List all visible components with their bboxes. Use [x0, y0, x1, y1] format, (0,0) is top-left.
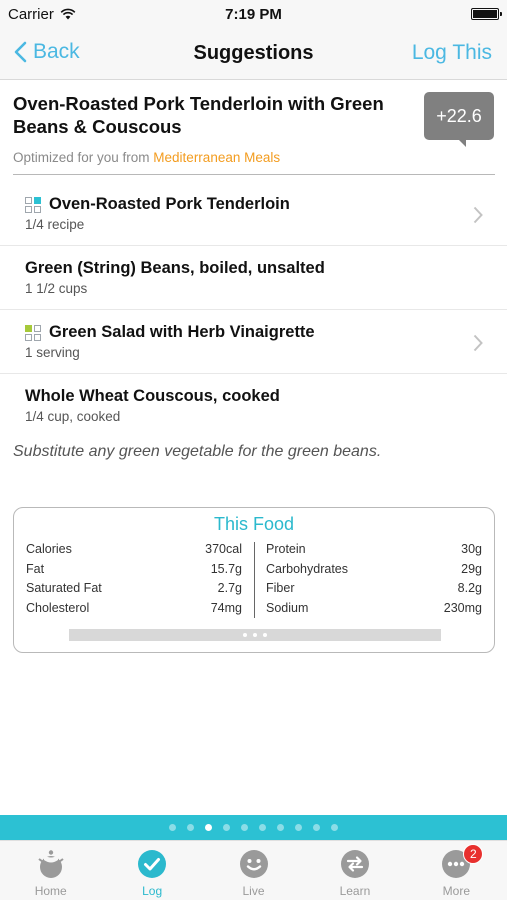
- nutrient-value: 8.2g: [457, 581, 482, 595]
- status-time: 7:19 PM: [225, 5, 282, 23]
- meal-title: Oven-Roasted Pork Tenderloin with Green …: [13, 93, 384, 137]
- nutrient-value: 230mg: [443, 600, 482, 615]
- handle-dot: [243, 633, 247, 637]
- nutrition-row: Carbohydrates 29g: [266, 560, 482, 580]
- tab-learn[interactable]: Learn: [304, 841, 405, 900]
- page-dot: [169, 824, 176, 831]
- nutrient-label: Protein: [266, 542, 306, 556]
- nutrition-row: Saturated Fat 2.7g: [26, 579, 242, 599]
- log-this-button[interactable]: Log This: [412, 41, 492, 65]
- optimized-source-link[interactable]: Mediterranean Meals: [153, 150, 280, 165]
- nutrient-value: 30g: [461, 542, 482, 556]
- card-more-handle[interactable]: [69, 629, 441, 641]
- back-label: Back: [33, 40, 80, 63]
- nutrition-card[interactable]: This Food Calories 370cal Fat 15.7g Satura…: [13, 507, 495, 653]
- meal-header: Oven-Roasted Pork Tenderloin with Green …: [0, 80, 507, 147]
- tab-label: More: [442, 884, 470, 898]
- nutrition-row: Cholesterol 74mg: [26, 599, 242, 619]
- tab-label: Log: [142, 884, 163, 898]
- status-bar: Carrier 7:19 PM: [0, 0, 507, 28]
- nutrient-value: 74mg: [210, 600, 242, 615]
- page-dot: [259, 824, 266, 831]
- page-dot: [313, 824, 320, 831]
- smile-icon: [239, 849, 269, 879]
- page-dot: [223, 824, 230, 831]
- food-amount: 1/4 recipe: [25, 217, 85, 232]
- nutrient-label: Fat: [26, 561, 45, 576]
- food-amount: 1 1/2 cups: [25, 281, 88, 296]
- nutrient-label: Sodium: [266, 600, 309, 615]
- recipe-teal-icon: [25, 196, 41, 213]
- handle-dot: [253, 633, 257, 637]
- nutrition-row: Fiber 8.2g: [266, 579, 482, 599]
- tab-label: Home: [34, 884, 67, 898]
- food-list: Oven-Roasted Pork Tenderloin 1/4 recipe …: [0, 182, 507, 438]
- tab-bar: Home Log Live Learn 2 More: [0, 840, 507, 900]
- recipe-green-icon: [25, 324, 41, 341]
- nutrient-label: Cholesterol: [26, 600, 90, 615]
- sync-icon: [340, 849, 370, 879]
- food-name: Oven-Roasted Pork Tenderloin: [49, 195, 290, 213]
- substitution-note: Substitute any green vegetable for the g…: [13, 443, 382, 460]
- tab-log[interactable]: Log: [101, 841, 202, 900]
- optimized-prefix: Optimized for you from: [13, 150, 154, 165]
- nutrient-label: Carbohydrates: [266, 561, 348, 576]
- nutrient-label: Fiber: [266, 581, 295, 595]
- nutrition-row: Fat 15.7g: [26, 560, 242, 580]
- optimized-source: Optimized for you from Mediterranean Mea…: [13, 150, 280, 165]
- nutrient-value: 370cal: [205, 542, 242, 556]
- carrier-label: Carrier: [8, 5, 54, 23]
- header-divider: [13, 174, 495, 175]
- food-item-couscous[interactable]: Whole Wheat Couscous, cooked 1/4 cup, co…: [0, 374, 507, 438]
- page-dot: [295, 824, 302, 831]
- food-name: Green Salad with Herb Vinaigrette: [49, 323, 315, 341]
- battery-icon: [471, 8, 502, 20]
- food-amount: 1 serving: [25, 345, 80, 360]
- nutrition-row: Calories 370cal: [26, 540, 242, 560]
- back-button[interactable]: Back: [14, 40, 80, 64]
- nutrient-value: 2.7g: [217, 581, 242, 595]
- food-item-green-salad[interactable]: Green Salad with Herb Vinaigrette 1 serv…: [0, 310, 507, 374]
- food-item-pork-tenderloin[interactable]: Oven-Roasted Pork Tenderloin 1/4 recipe: [0, 182, 507, 246]
- tab-home[interactable]: Home: [0, 841, 101, 900]
- tab-label: Learn: [339, 884, 371, 898]
- nutrient-label: Calories: [26, 542, 72, 556]
- nutrient-label: Saturated Fat: [26, 581, 102, 595]
- nutrition-row: Protein 30g: [266, 540, 482, 560]
- page-dot: [277, 824, 284, 831]
- nutrition-row: Sodium 230mg: [266, 599, 482, 619]
- food-name: Whole Wheat Couscous, cooked: [25, 387, 280, 405]
- nutrition-divider: [254, 542, 255, 618]
- handle-dot: [263, 633, 267, 637]
- notification-badge: 2: [463, 844, 484, 864]
- nutrition-column-right: Protein 30g Carbohydrates 29g Fiber 8.2g So…: [266, 540, 482, 618]
- score-badge: +22.6: [424, 92, 494, 147]
- more-icon: 2: [441, 844, 484, 879]
- chevron-left-icon: [14, 41, 27, 63]
- tab-label: Live: [242, 884, 265, 898]
- page-dot-active: [205, 824, 212, 831]
- wifi-icon: [60, 8, 76, 20]
- page-dot: [331, 824, 338, 831]
- page-dot: [187, 824, 194, 831]
- navigation-bar: Back Suggestions Log This: [0, 28, 507, 80]
- nutrition-card-title: This Food: [213, 514, 295, 534]
- food-item-green-beans[interactable]: Green (String) Beans, boiled, unsalted 1…: [0, 246, 507, 310]
- page-indicator[interactable]: [0, 815, 507, 840]
- tab-more[interactable]: 2 More: [406, 841, 507, 900]
- status-left: Carrier: [8, 6, 76, 23]
- nutrition-column-left: Calories 370cal Fat 15.7g Saturated Fat 2.7…: [26, 540, 242, 618]
- nutrient-value: 15.7g: [210, 561, 242, 576]
- page-dot: [241, 824, 248, 831]
- tab-live[interactable]: Live: [203, 841, 304, 900]
- food-name: Green (String) Beans, boiled, unsalted: [25, 259, 325, 277]
- check-icon: [137, 849, 167, 879]
- nutrient-value: 29g: [461, 561, 482, 576]
- chevron-right-icon: [473, 332, 483, 358]
- food-amount: 1/4 cup, cooked: [25, 409, 121, 424]
- home-icon: [36, 849, 66, 879]
- chevron-right-icon: [473, 204, 483, 230]
